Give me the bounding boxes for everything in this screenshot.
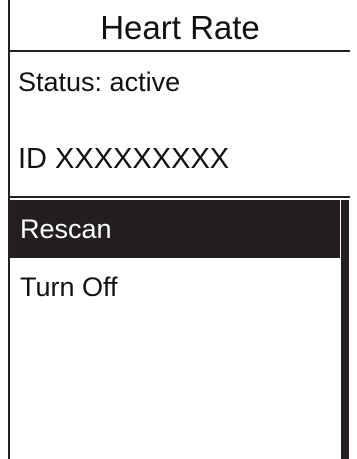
menu-item-rescan[interactable]: Rescan	[10, 200, 340, 258]
scrollbar[interactable]	[341, 200, 349, 459]
sensor-id: ID XXXXXXXXX	[18, 143, 230, 175]
device-screen: Heart Rate Status: active ID XXXXXXXXX R…	[0, 0, 357, 459]
options-menu: Rescan Turn Off	[10, 200, 340, 316]
menu-item-turn-off[interactable]: Turn Off	[10, 258, 340, 316]
menu-divider	[10, 196, 350, 198]
scrollbar-thumb[interactable]	[341, 200, 349, 459]
page-title: Heart Rate	[100, 9, 260, 46]
title-divider	[10, 50, 350, 52]
sensor-status: Status: active	[18, 67, 181, 97]
